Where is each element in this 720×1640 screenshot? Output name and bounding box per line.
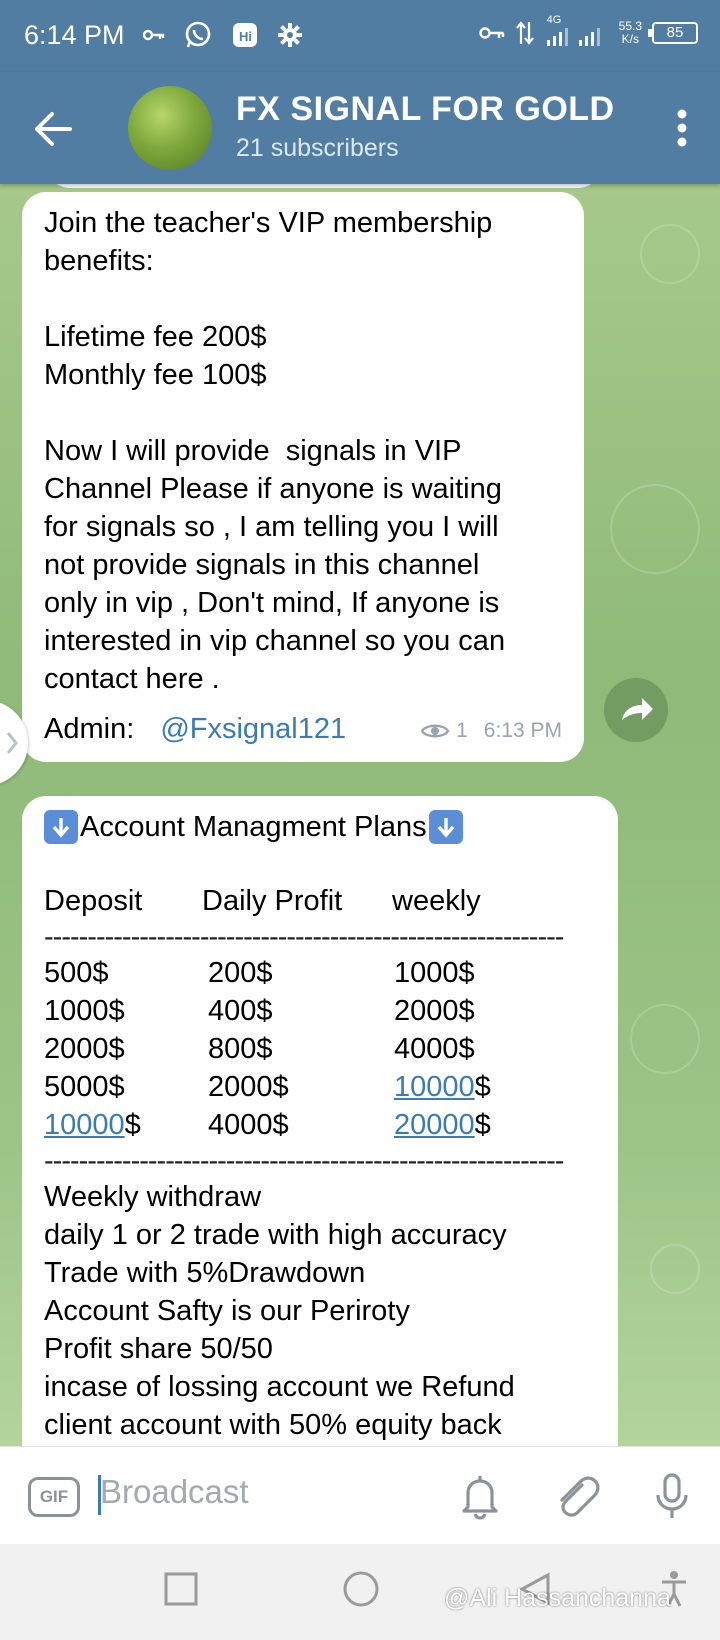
message-bubble-vip[interactable]: Join the teacher's VIP membership benefi… [22, 192, 584, 762]
background-doodle [650, 1244, 700, 1294]
down-arrow-emoji-icon [428, 810, 463, 844]
cell-weekly: 2000$ [394, 995, 475, 1027]
table-row: 5000$ 2000$ 10000$ [44, 1068, 596, 1106]
plans-heading: Account Managment Plans [44, 808, 596, 846]
more-options-icon[interactable] [676, 108, 688, 148]
background-doodle [610, 484, 700, 574]
broadcast-input[interactable]: Broadcast [100, 1473, 249, 1511]
cell-deposit: 1000$ [44, 995, 125, 1027]
back-arrow-icon[interactable] [30, 106, 76, 152]
cell-weekly: 4000$ [394, 1033, 475, 1065]
subscriber-count: 21 subscribers [236, 134, 399, 162]
cell-daily: 400$ [208, 995, 273, 1027]
table-row: 1000$ 400$ 2000$ [44, 992, 596, 1030]
key-icon [143, 29, 165, 41]
admin-contact: Admin: @Fxsignal121 [44, 710, 346, 748]
number-link[interactable]: 10000 [44, 1109, 125, 1141]
cell-daily: 800$ [208, 1033, 273, 1065]
settings-gear-icon [278, 23, 302, 47]
microphone-icon[interactable] [648, 1471, 696, 1521]
attach-paperclip-icon[interactable] [552, 1471, 600, 1521]
recent-apps-square-icon[interactable] [164, 1572, 198, 1606]
note-line: Account Safty is our Periroty [44, 1295, 410, 1327]
plan-notes: Weekly withdraw daily 1 or 2 trade with … [44, 1178, 596, 1444]
cell-daily: 2000$ [208, 1071, 289, 1103]
admin-label: Admin: [44, 713, 135, 745]
status-bar: 6:14 PM Hi 4G 55.3 K/s 85 [0, 0, 720, 72]
watermark: @Ali Hassanchanna [444, 1584, 671, 1612]
plans-title: Account Managment Plans [80, 811, 427, 843]
battery-indicator: 85 [648, 22, 698, 44]
chat-header: FX SIGNAL FOR GOLD 21 subscribers [0, 72, 720, 184]
home-circle-icon[interactable] [342, 1570, 380, 1608]
note-line: Weekly withdraw [44, 1181, 262, 1213]
cell-daily: 4000$ [208, 1109, 289, 1141]
table-row: 10000$ 4000$ 20000$ [44, 1106, 596, 1144]
plans-table-header: Deposit Daily Profit weekly [44, 882, 596, 920]
view-count: 1 [456, 719, 468, 742]
header-deposit: Deposit [44, 885, 143, 917]
message-time: 6:13 PM [483, 719, 562, 742]
scroll-side-tab[interactable] [0, 700, 28, 786]
cell-deposit: 500$ [44, 957, 109, 989]
cell-weekly: 20000$ [394, 1109, 491, 1141]
table-row: 500$ 200$ 1000$ [44, 954, 596, 992]
status-time: 6:14 PM [24, 20, 125, 50]
message-bubble-plans[interactable]: Account Managment Plans Deposit Daily Pr… [22, 796, 618, 1446]
admin-username-link[interactable]: @Fxsignal121 [160, 713, 346, 745]
message-meta: 1 6:13 PM [420, 712, 562, 750]
share-arrow-icon [622, 698, 653, 720]
bell-icon[interactable] [456, 1471, 504, 1521]
note-line: client account with 50% equity back [44, 1409, 502, 1441]
number-link[interactable]: 10000 [394, 1071, 475, 1103]
cell-weekly: 1000$ [394, 957, 475, 989]
vpn-key-icon [478, 27, 504, 39]
background-doodle [640, 224, 700, 284]
message-composer: GIF Broadcast [0, 1446, 720, 1544]
header-daily-profit: Daily Profit [202, 885, 343, 917]
network-type: 4G [546, 14, 562, 26]
whatsapp-icon [185, 21, 211, 48]
header-weekly: weekly [392, 885, 481, 917]
note-line: incase of lossing account we Refund [44, 1371, 515, 1403]
number-link[interactable]: 20000 [394, 1109, 475, 1141]
channel-avatar[interactable] [128, 86, 212, 170]
hi-app-icon: Hi [233, 23, 257, 47]
data-transfer-icon [515, 21, 534, 45]
svg-text:Hi: Hi [239, 29, 252, 44]
note-line: Profit share 50/50 [44, 1333, 273, 1365]
message-list[interactable]: Join the teacher's VIP membership benefi… [0, 184, 720, 1446]
message-text: Join the teacher's VIP membership benefi… [44, 207, 506, 695]
signal-strength-icon: 4G [545, 14, 609, 48]
separator-line: ----------------------------------------… [44, 1145, 564, 1177]
cell-deposit: 5000$ [44, 1071, 125, 1103]
gif-button[interactable]: GIF [28, 1477, 80, 1517]
network-speed: 55.3 K/s [618, 19, 642, 46]
plans-table-body: 500$ 200$ 1000$ 1000$ 400$ 2000$ 2000$ 8… [44, 954, 596, 1144]
cell-deposit: 10000$ [44, 1109, 141, 1141]
note-line: Trade with 5%Drawdown [44, 1257, 366, 1289]
status-system-icons: 4G 55.3 K/s 85 [478, 14, 698, 48]
chevron-right-icon [6, 732, 18, 754]
cell-weekly: 10000$ [394, 1071, 491, 1103]
status-notification-icons: Hi [143, 20, 303, 50]
forward-button[interactable] [604, 678, 668, 742]
separator-line: ----------------------------------------… [44, 921, 564, 953]
previous-message-bubble [46, 184, 602, 188]
views-eye-icon [420, 724, 450, 738]
down-arrow-emoji-icon [44, 810, 78, 844]
note-line: daily 1 or 2 trade with high accuracy [44, 1219, 507, 1251]
table-row: 2000$ 800$ 4000$ [44, 1030, 596, 1068]
cell-deposit: 2000$ [44, 1033, 125, 1065]
background-doodle [630, 1004, 700, 1074]
channel-title[interactable]: FX SIGNAL FOR GOLD [236, 90, 615, 129]
cell-daily: 200$ [208, 957, 273, 989]
